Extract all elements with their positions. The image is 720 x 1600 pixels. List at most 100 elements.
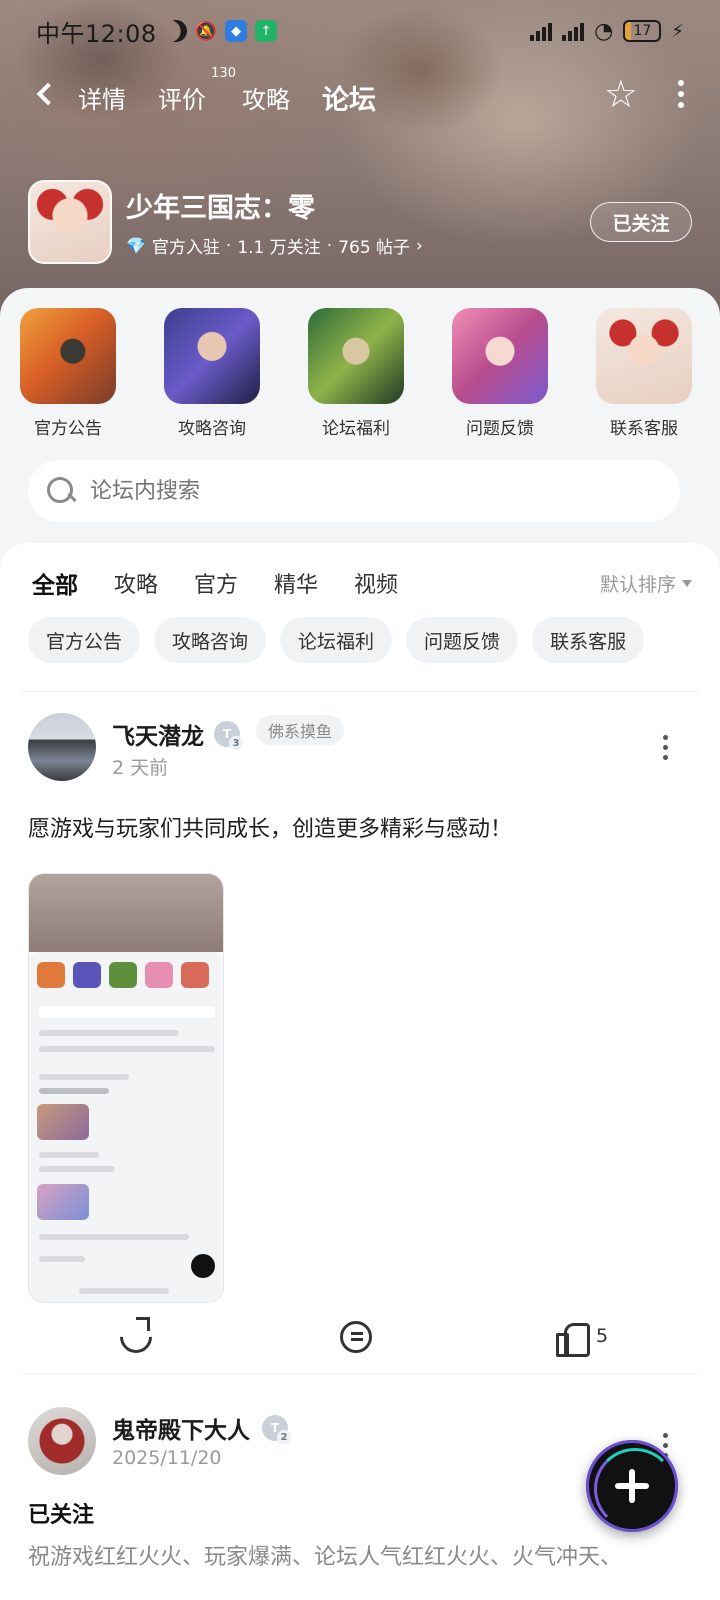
category-customer-service[interactable]: 联系客服 (596, 308, 692, 448)
tab-guides-filter[interactable]: 攻略 (114, 567, 158, 599)
feed-tabs: 全部 攻略 官方 精华 视频 默认排序 (32, 561, 692, 605)
sort-dropdown[interactable]: 默认排序 (600, 570, 692, 597)
thumb-chips (39, 1046, 215, 1052)
category-image (452, 308, 548, 404)
shield-app-icon: ◆ (225, 20, 248, 42)
status-time: 中午12:08 (36, 19, 157, 48)
chip-guide-consult[interactable]: 攻略咨询 (154, 617, 267, 663)
tab-reviews-label: 评价 (158, 85, 206, 114)
upload-app-icon: ↑ (255, 20, 278, 42)
avatar[interactable] (28, 1407, 96, 1475)
meta-separator: · (326, 235, 333, 256)
category-forum-benefits[interactable]: 论坛福利 (308, 308, 404, 448)
thumb-line (39, 1152, 99, 1158)
back-button[interactable] (30, 79, 60, 109)
post-title: 已关注 (28, 1503, 95, 1528)
star-icon[interactable]: ☆ (604, 75, 638, 113)
post-text: 愿游戏与玩家们共同成长，创造更多精彩与感动！ (28, 817, 513, 842)
tab-details[interactable]: 详情 (78, 74, 126, 115)
thumb-tabs (39, 1030, 179, 1036)
post-card[interactable]: 飞天潜龙 T3 佛系摸鱼 2 天前 愿游戏与玩家们共同成长，创造更多精彩与感动！ (0, 693, 720, 1373)
reviews-count-badge: 130 (211, 65, 236, 81)
category-official-announcement[interactable]: 官方公告 (20, 308, 116, 448)
category-feedback[interactable]: 问题反馈 (452, 308, 548, 448)
nav-actions: ☆ (604, 75, 690, 113)
forum-sheet: 官方公告 攻略咨询 论坛福利 问题反馈 联系客服 全部 攻略 官方 精华 视频 (0, 288, 720, 1600)
level-number: 3 (229, 736, 243, 750)
category-image (596, 308, 692, 404)
avatar[interactable] (28, 713, 96, 781)
category-image (20, 308, 116, 404)
search-bar[interactable] (28, 460, 680, 522)
comment-icon[interactable] (340, 1321, 372, 1353)
caret-down-icon (682, 579, 692, 587)
search-input[interactable] (90, 478, 650, 504)
tab-official[interactable]: 官方 (194, 567, 238, 599)
category-image (164, 308, 260, 404)
author-name[interactable]: 飞天潜龙 (112, 717, 204, 751)
search-icon (46, 476, 76, 506)
thumb-categories (37, 962, 209, 988)
followers-count: 1.1 万关注 (237, 238, 321, 258)
game-text: 少年三国志：零 💎 官方入驻 · 1.1 万关注 · 765 帖子 › (126, 186, 423, 258)
chip-customer-service[interactable]: 联系客服 (532, 617, 645, 663)
post-text: 祝游戏红红火火、玩家爆满、论坛人气红红火火、火气冲天、 (28, 1545, 623, 1570)
category-guide-consult[interactable]: 攻略咨询 (164, 308, 260, 448)
filter-chips: 官方公告 攻略咨询 论坛福利 问题反馈 联系客服 (28, 617, 698, 663)
game-icon[interactable] (28, 180, 112, 264)
create-post-button[interactable] (586, 1440, 678, 1532)
like-count: 5 (596, 1325, 609, 1347)
author-name[interactable]: 鬼帝殿下大人 (112, 1411, 250, 1445)
divider (22, 1373, 698, 1374)
like-icon[interactable] (556, 1321, 590, 1357)
game-header: 少年三国志：零 💎 官方入驻 · 1.1 万关注 · 765 帖子 › 已关注 (28, 180, 692, 264)
divider (22, 691, 698, 692)
signal-icon (530, 21, 553, 41)
tab-forum[interactable]: 论坛 (322, 72, 376, 119)
post-image[interactable] (28, 873, 224, 1303)
bell-muted-icon: 🔕 (194, 20, 218, 42)
posts-count: 765 帖子 (338, 238, 411, 258)
plus-icon (615, 1469, 649, 1503)
thumb-body (29, 952, 223, 1302)
post-time: 2 天前 (112, 757, 169, 779)
thumb-post-text (39, 1088, 109, 1094)
category-label: 问题反馈 (466, 419, 534, 439)
thumb-line (39, 1256, 85, 1262)
tab-featured[interactable]: 精华 (274, 567, 318, 599)
chip-forum-benefits[interactable]: 论坛福利 (280, 617, 393, 663)
game-meta[interactable]: 💎 官方入驻 · 1.1 万关注 · 765 帖子 › (126, 233, 423, 259)
thumb-post-image (37, 1104, 89, 1140)
battery-icon: 17 (623, 20, 662, 42)
more-icon[interactable] (678, 80, 690, 108)
post-time: 2025/11/20 (112, 1447, 222, 1469)
tab-guides[interactable]: 攻略 (242, 74, 290, 115)
tab-all[interactable]: 全部 (32, 566, 78, 604)
chip-official-announcement[interactable]: 官方公告 (28, 617, 141, 663)
chip-feedback[interactable]: 问题反馈 (406, 617, 519, 663)
signal-icon-2 (562, 21, 585, 41)
wifi-icon: ◔ (594, 18, 614, 44)
game-title: 少年三国志：零 (126, 193, 315, 224)
level-badge-icon: T3 (214, 721, 243, 750)
chevron-right-icon: › (416, 235, 423, 256)
status-icons: 🔕 ◆ ↑ (165, 20, 278, 42)
thumb-fab (191, 1254, 215, 1278)
meta-separator: · (225, 235, 232, 256)
share-arrow-icon (136, 1317, 150, 1331)
sort-label: 默认排序 (599, 573, 676, 596)
level-number: 2 (277, 1430, 291, 1444)
tab-video[interactable]: 视频 (354, 567, 398, 599)
follow-button[interactable]: 已关注 (590, 202, 692, 242)
thumb-actions (39, 1234, 189, 1240)
user-tag: 佛系摸鱼 (256, 715, 345, 745)
thumb-header (29, 874, 223, 952)
level-badge-icon: T2 (262, 1415, 291, 1444)
status-bar: 中午12:08 🔕 ◆ ↑ ◔ 17 ⚡ (0, 0, 720, 62)
charging-icon: ⚡ (671, 20, 684, 42)
post-feed: 全部 攻略 官方 精华 视频 默认排序 官方公告 攻略咨询 论坛福利 问题反馈 … (0, 543, 720, 1600)
tab-reviews[interactable]: 评价 130 (158, 66, 236, 115)
post-more-icon[interactable] (663, 735, 668, 760)
post-actions: 5 (0, 1313, 720, 1365)
thumb-post-image-2 (37, 1184, 89, 1220)
